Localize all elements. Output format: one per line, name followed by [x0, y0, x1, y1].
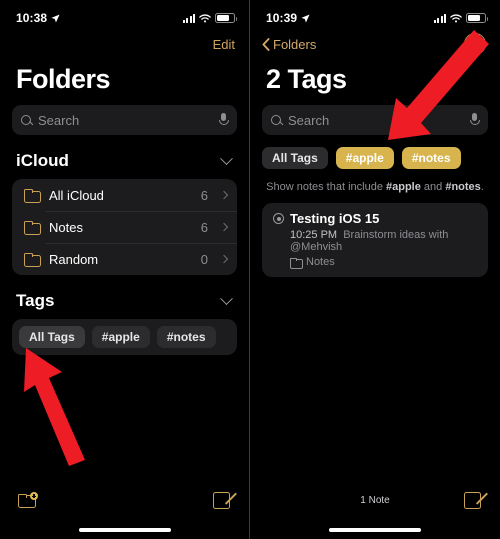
- microphone-icon[interactable]: [219, 113, 230, 127]
- status-indicators: [433, 13, 488, 23]
- hint-middle: and: [420, 181, 446, 193]
- folder-icon: [290, 257, 303, 269]
- wifi-icon: [199, 14, 211, 22]
- tags-section-title: Tags: [16, 291, 55, 310]
- chevron-down-icon[interactable]: [220, 291, 233, 305]
- search-icon: [271, 114, 282, 126]
- search-input[interactable]: Search: [12, 105, 237, 135]
- note-folder-row: Notes: [273, 253, 477, 269]
- tag-pill-all-tags[interactable]: All Tags: [19, 326, 85, 348]
- tags-card: All Tags #apple #notes: [12, 319, 237, 355]
- bottom-toolbar: 1 Note: [250, 483, 500, 517]
- search-container: Search: [250, 105, 500, 135]
- edit-button[interactable]: Edit: [213, 37, 235, 52]
- compose-note-icon[interactable]: [213, 491, 231, 509]
- tag-pill-notes[interactable]: #notes: [401, 147, 461, 169]
- folder-icon: [24, 253, 41, 267]
- tag-filter-row: All Tags #apple #notes: [250, 135, 500, 169]
- icloud-section-title: iCloud: [16, 151, 69, 170]
- folder-row-random[interactable]: Random 0: [12, 243, 237, 275]
- location-arrow-icon: [51, 13, 60, 23]
- folder-count: 6: [200, 187, 208, 203]
- note-preview-row: 10:25 PM Brainstorm ideas with @Mehvish: [273, 226, 477, 253]
- folder-icon: [24, 221, 41, 235]
- search-placeholder: Search: [38, 112, 80, 128]
- tag-pill-list: All Tags #apple #notes: [19, 326, 230, 348]
- folder-name: All iCloud: [49, 187, 104, 203]
- folder-row-notes[interactable]: Notes 6: [12, 211, 237, 243]
- location-arrow-icon: [301, 13, 310, 23]
- status-bar: 10:39: [250, 0, 500, 30]
- chevron-down-icon[interactable]: [220, 151, 233, 165]
- status-time-group: 10:38: [16, 11, 60, 25]
- folder-count: 0: [200, 251, 208, 267]
- page-title: 2 Tags: [266, 64, 347, 94]
- nav-bar: Edit: [0, 30, 249, 58]
- folder-row-all-icloud[interactable]: All iCloud 6: [12, 179, 237, 211]
- status-time-group: 10:39: [266, 11, 310, 25]
- microphone-icon[interactable]: [470, 113, 481, 127]
- page-title: Folders: [16, 64, 111, 94]
- new-folder-icon[interactable]: [18, 492, 38, 508]
- nav-bar: Folders •••: [250, 30, 500, 58]
- search-placeholder: Search: [288, 112, 330, 128]
- back-button[interactable]: Folders: [262, 37, 316, 52]
- tags-section-header[interactable]: Tags: [0, 275, 249, 319]
- chevron-right-icon: [219, 190, 229, 200]
- hint-tag-two: #notes: [445, 181, 481, 193]
- home-indicator: [329, 528, 421, 532]
- status-time: 10:39: [266, 11, 298, 25]
- right-screen-tags: 10:39 Folders ••• 2 Tags Search All Tags…: [250, 0, 500, 539]
- note-list-item[interactable]: Testing iOS 15 10:25 PM Brainstorm ideas…: [262, 203, 488, 277]
- tag-pill-apple[interactable]: #apple: [335, 147, 394, 169]
- note-title: Testing iOS 15: [290, 211, 380, 226]
- filter-hint-text: Show notes that include #apple and #note…: [250, 169, 500, 203]
- chevron-left-icon: [262, 37, 270, 51]
- folder-count: 6: [200, 219, 208, 235]
- search-input[interactable]: Search: [262, 105, 488, 135]
- icloud-folder-list: All iCloud 6 Notes 6 Random 0: [12, 179, 237, 275]
- folder-name: Random: [49, 251, 99, 267]
- wifi-icon: [450, 14, 462, 22]
- cellular-signal-icon: [433, 13, 446, 23]
- shared-note-icon: [273, 213, 284, 224]
- icloud-section-header[interactable]: iCloud: [0, 135, 249, 179]
- folder-icon: [24, 189, 41, 203]
- battery-icon: [215, 13, 237, 23]
- hint-prefix: Show notes that include: [266, 181, 386, 193]
- tag-pill-all-tags[interactable]: All Tags: [262, 147, 328, 169]
- chevron-right-icon: [219, 254, 229, 264]
- cellular-signal-icon: [182, 13, 195, 23]
- more-options-icon[interactable]: •••: [464, 33, 486, 55]
- bottom-toolbar: [0, 483, 249, 517]
- note-title-row: Testing iOS 15: [273, 211, 477, 226]
- home-indicator: [78, 528, 171, 532]
- note-count-label: 1 Note: [360, 494, 390, 506]
- hint-tag-one: #apple: [386, 181, 421, 193]
- tag-pill-notes[interactable]: #notes: [156, 326, 216, 348]
- compose-note-icon[interactable]: [464, 491, 482, 509]
- screenshot-root: 10:38 Edit Folders Search iCloud All iCl…: [0, 0, 500, 539]
- note-time: 10:25 PM: [290, 229, 338, 241]
- battery-icon: [466, 13, 488, 23]
- status-indicators: [182, 13, 237, 23]
- left-screen-folders: 10:38 Edit Folders Search iCloud All iCl…: [0, 0, 250, 539]
- search-icon: [21, 114, 32, 126]
- note-folder-name: Notes: [306, 256, 335, 268]
- folder-name: Notes: [49, 219, 83, 235]
- chevron-right-icon: [219, 222, 229, 232]
- tag-pill-apple[interactable]: #apple: [91, 326, 150, 348]
- status-bar: 10:38: [0, 0, 249, 30]
- search-container: Search: [0, 105, 249, 135]
- hint-suffix: .: [480, 181, 484, 193]
- status-time: 10:38: [16, 11, 48, 25]
- back-label: Folders: [273, 36, 317, 52]
